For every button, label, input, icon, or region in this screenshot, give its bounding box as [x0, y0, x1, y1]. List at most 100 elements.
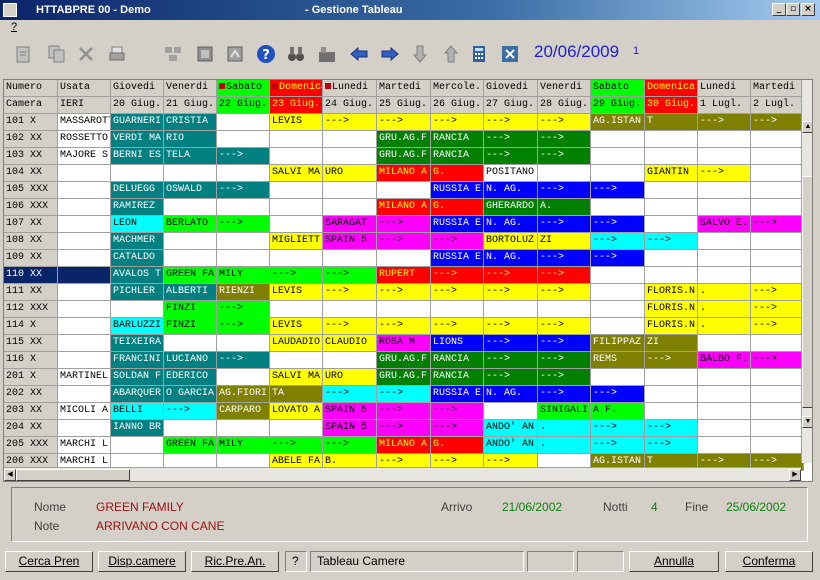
scroll-down-icon[interactable]: ▼	[802, 416, 812, 428]
booking-cell[interactable]	[751, 233, 804, 250]
booking-cell[interactable]	[270, 301, 323, 318]
booking-cell[interactable]: LEVIS	[270, 284, 323, 301]
booking-cell[interactable]: RANCIA	[431, 352, 484, 369]
booking-cell[interactable]: GHERARDO	[484, 199, 538, 216]
binoculars-icon[interactable]	[283, 41, 309, 67]
booking-cell[interactable]	[217, 233, 270, 250]
booking-cell[interactable]: --->	[538, 182, 591, 199]
booking-cell[interactable]: SPAIN 5	[323, 233, 377, 250]
booking-cell[interactable]: --->	[217, 182, 270, 199]
booking-cell[interactable]: N. AG.	[484, 182, 538, 199]
arrow-up-icon[interactable]	[438, 41, 464, 67]
booking-cell[interactable]: --->	[377, 216, 431, 233]
booking-cell[interactable]: SINIGALI	[538, 403, 591, 420]
booking-cell[interactable]: SOLDAN F	[111, 369, 164, 386]
booking-cell[interactable]: GREEN FA	[164, 267, 217, 284]
booking-cell[interactable]: ZI	[538, 233, 591, 250]
booking-cell[interactable]: --->	[377, 233, 431, 250]
yesterday-cell[interactable]: MASSAROTT	[58, 114, 111, 131]
booking-cell[interactable]: --->	[591, 386, 645, 403]
booking-cell[interactable]: --->	[591, 216, 645, 233]
booking-cell[interactable]	[270, 216, 323, 233]
booking-cell[interactable]: --->	[538, 267, 591, 284]
booking-cell[interactable]	[270, 131, 323, 148]
booking-cell[interactable]: LEON	[111, 216, 164, 233]
booking-cell[interactable]	[164, 335, 217, 352]
booking-cell[interactable]: --->	[538, 352, 591, 369]
yesterday-cell[interactable]	[58, 352, 111, 369]
booking-cell[interactable]: --->	[538, 114, 591, 131]
booking-cell[interactable]: --->	[217, 352, 270, 369]
arrow-down-icon[interactable]	[407, 41, 433, 67]
booking-cell[interactable]	[698, 403, 751, 420]
booking-cell[interactable]: RIENZI	[217, 284, 270, 301]
booking-cell[interactable]	[323, 182, 377, 199]
booking-cell[interactable]: --->	[484, 335, 538, 352]
booking-cell[interactable]: CLAUDIO	[323, 335, 377, 352]
booking-cell[interactable]	[645, 386, 698, 403]
booking-cell[interactable]: --->	[323, 386, 377, 403]
booking-cell[interactable]: ALBERTI	[164, 284, 217, 301]
booking-cell[interactable]	[217, 369, 270, 386]
yesterday-cell[interactable]	[58, 284, 111, 301]
booking-cell[interactable]: SPAIN 5	[323, 420, 377, 437]
booking-cell[interactable]	[377, 250, 431, 267]
booking-cell[interactable]: --->	[323, 284, 377, 301]
booking-cell[interactable]	[270, 182, 323, 199]
booking-cell[interactable]: RANCIA	[431, 369, 484, 386]
booking-cell[interactable]	[698, 369, 751, 386]
room-availability-button[interactable]: Disp.camere	[98, 551, 186, 572]
booking-cell[interactable]: T	[645, 114, 698, 131]
yesterday-cell[interactable]	[58, 233, 111, 250]
booking-cell[interactable]: .	[698, 301, 751, 318]
booking-cell[interactable]	[645, 182, 698, 199]
booking-cell[interactable]	[431, 301, 484, 318]
booking-cell[interactable]	[751, 250, 804, 267]
booking-cell[interactable]: SALVI MA	[270, 165, 323, 182]
booking-cell[interactable]: --->	[645, 352, 698, 369]
booking-cell[interactable]	[270, 420, 323, 437]
yesterday-cell[interactable]	[58, 182, 111, 199]
booking-cell[interactable]: --->	[591, 182, 645, 199]
booking-cell[interactable]: IANNO BR	[111, 420, 164, 437]
booking-cell[interactable]	[323, 352, 377, 369]
booking-cell[interactable]: LUCIANO	[164, 352, 217, 369]
scroll-up-icon[interactable]: ▲	[802, 121, 812, 133]
booking-cell[interactable]: --->	[484, 369, 538, 386]
new-doc-icon[interactable]	[10, 41, 36, 67]
booking-cell[interactable]	[323, 250, 377, 267]
booking-cell[interactable]: FRANCINI	[111, 352, 164, 369]
booking-cell[interactable]: --->	[751, 114, 804, 131]
booking-cell[interactable]: LIONS	[431, 335, 484, 352]
booking-cell[interactable]: RANCIA	[431, 148, 484, 165]
booking-cell[interactable]	[645, 131, 698, 148]
horizontal-scroll-thumb[interactable]	[16, 469, 130, 481]
booking-cell[interactable]	[698, 335, 751, 352]
booking-cell[interactable]: --->	[538, 284, 591, 301]
arrow-right-icon[interactable]	[377, 41, 403, 67]
booking-cell[interactable]	[645, 267, 698, 284]
confirm-button[interactable]: Conferma	[725, 551, 813, 572]
grid-b-icon[interactable]	[192, 41, 218, 67]
horizontal-scrollbar[interactable]: ◀ ▶	[4, 467, 801, 481]
booking-cell[interactable]: FILIPPAZ	[591, 335, 645, 352]
booking-cell[interactable]: N. AG.	[484, 216, 538, 233]
yesterday-cell[interactable]	[58, 199, 111, 216]
booking-cell[interactable]	[591, 267, 645, 284]
booking-cell[interactable]	[323, 148, 377, 165]
booking-cell[interactable]	[645, 216, 698, 233]
booking-cell[interactable]	[751, 131, 804, 148]
booking-cell[interactable]: RIO	[164, 131, 217, 148]
booking-cell[interactable]: FLORIS.N	[645, 318, 698, 335]
scroll-left-icon[interactable]: ◀	[4, 469, 16, 481]
yesterday-cell[interactable]: MARTINEL	[58, 369, 111, 386]
booking-cell[interactable]: DELUEGG	[111, 182, 164, 199]
yesterday-cell[interactable]: MICOLI A	[58, 403, 111, 420]
booking-cell[interactable]: URO	[323, 369, 377, 386]
booking-cell[interactable]	[164, 199, 217, 216]
booking-cell[interactable]: GRU.AG.F	[377, 148, 431, 165]
booking-cell[interactable]: --->	[431, 403, 484, 420]
booking-cell[interactable]: --->	[484, 267, 538, 284]
booking-cell[interactable]: --->	[377, 114, 431, 131]
booking-cell[interactable]	[591, 199, 645, 216]
